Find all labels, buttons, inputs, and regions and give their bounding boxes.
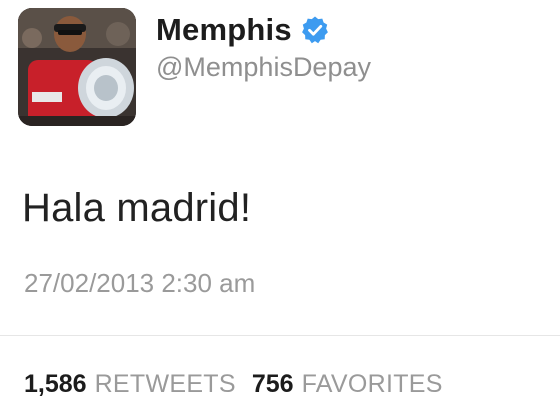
tweet-text: Hala madrid!	[22, 186, 252, 230]
verified-badge-icon	[300, 15, 330, 45]
favorites-label: FAVORITES	[301, 370, 443, 398]
display-name[interactable]: Memphis	[156, 12, 292, 48]
avatar-photo	[18, 8, 136, 126]
tweet-stats: 1,586 RETWEETS 756 FAVORITES	[24, 370, 443, 399]
user-info: Memphis @MemphisDepay	[156, 10, 371, 83]
tweet-timestamp[interactable]: 27/02/2013 2:30 am	[24, 268, 255, 299]
name-row: Memphis	[156, 10, 371, 50]
divider	[0, 335, 560, 336]
retweets-count: 1,586	[24, 370, 87, 398]
retweets-label: RETWEETS	[94, 370, 236, 398]
retweets-stat[interactable]: 1,586 RETWEETS	[24, 370, 236, 399]
favorites-count: 756	[251, 370, 294, 398]
tweet-card: Memphis @MemphisDepay Hala madrid! 27/02…	[0, 0, 560, 420]
favorites-stat[interactable]: 756 FAVORITES	[252, 370, 443, 399]
user-handle[interactable]: @MemphisDepay	[156, 52, 371, 83]
avatar[interactable]	[18, 8, 136, 126]
